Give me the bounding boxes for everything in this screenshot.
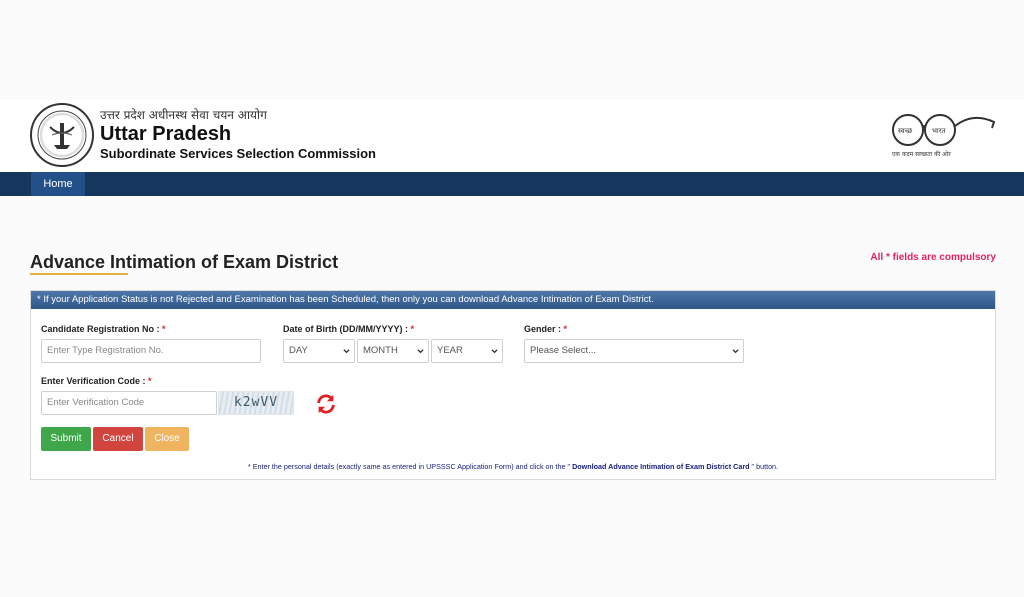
required-mark: * xyxy=(563,324,568,334)
swachh-tagline: एक कदम स्वच्छता की ओर xyxy=(892,151,951,158)
required-mark: * xyxy=(410,324,415,334)
dob-day-select[interactable]: DAY xyxy=(283,339,355,363)
gender-value: Please Select... xyxy=(530,345,597,356)
chevron-down-icon xyxy=(417,349,424,354)
swachh-right-text: भारत xyxy=(932,127,947,135)
up-emblem-icon xyxy=(30,103,94,167)
gender-select[interactable]: Please Select... xyxy=(524,339,744,363)
dob-label: Date of Birth (DD/MM/YYYY) : * xyxy=(283,324,414,334)
required-mark: * xyxy=(148,376,152,386)
chevron-down-icon xyxy=(343,349,350,354)
verification-input[interactable]: Enter Verification Code xyxy=(41,391,217,415)
org-subtitle: Subordinate Services Selection Commissio… xyxy=(100,146,376,161)
notice-bar: * If your Application Status is not Reje… xyxy=(31,291,995,309)
registration-label: Candidate Registration No : * xyxy=(41,324,166,334)
swachh-bharat-spectacles-icon: स्वच्छ भारत एक कदम स्वच्छता की ओर xyxy=(888,110,998,162)
required-mark: * xyxy=(162,324,166,334)
submit-button[interactable]: Submit xyxy=(41,427,91,451)
title-underline xyxy=(30,273,128,275)
footnote-text-1: * Enter the personal details (exactly sa… xyxy=(247,462,571,471)
refresh-icon[interactable] xyxy=(315,393,337,415)
gender-label-text: Gender : xyxy=(524,324,562,334)
page-title: Advance Intimation of Exam District xyxy=(30,252,339,272)
form-panel: * If your Application Status is not Reje… xyxy=(30,290,996,480)
swachh-left-text: स्वच्छ xyxy=(898,127,913,135)
org-name: Uttar Pradesh xyxy=(100,123,232,145)
nav-home-link[interactable]: Home xyxy=(31,172,85,196)
compulsory-note: All * fields are compulsory xyxy=(870,252,996,263)
main-navbar: Home xyxy=(0,172,1024,196)
close-button[interactable]: Close xyxy=(145,427,189,451)
dob-day-value: DAY xyxy=(289,345,308,356)
gender-label: Gender : * xyxy=(524,324,567,334)
footnote-text-2: " button. xyxy=(749,462,779,471)
site-header: उत्तर प्रदेश अधीनस्थ सेवा चयन आयोग Uttar… xyxy=(0,100,1024,172)
captcha-image: k2wVV xyxy=(218,391,294,415)
footnote-link-text: Download Advance Intimation of Exam Dist… xyxy=(570,462,750,471)
verification-label-text: Enter Verification Code : xyxy=(41,376,146,386)
registration-label-text: Candidate Registration No : xyxy=(41,324,160,334)
instruction-footnote: * Enter the personal details (exactly sa… xyxy=(31,462,995,471)
verification-label: Enter Verification Code : * xyxy=(41,376,152,386)
registration-input[interactable]: Enter Type Registration No. xyxy=(41,339,261,363)
dob-year-select[interactable]: YEAR xyxy=(431,339,503,363)
dob-month-select[interactable]: MONTH xyxy=(357,339,429,363)
org-title-block: उत्तर प्रदेश अधीनस्थ सेवा चयन आयोग Uttar… xyxy=(100,108,376,162)
dob-month-value: MONTH xyxy=(363,345,398,356)
chevron-down-icon xyxy=(732,349,739,354)
chevron-down-icon xyxy=(491,349,498,354)
cancel-button[interactable]: Cancel xyxy=(93,427,143,451)
dob-label-text: Date of Birth (DD/MM/YYYY) : xyxy=(283,324,408,334)
dob-year-value: YEAR xyxy=(437,345,463,356)
org-hindi-title: उत्तर प्रदेश अधीनस्थ सेवा चयन आयोग xyxy=(100,108,267,122)
